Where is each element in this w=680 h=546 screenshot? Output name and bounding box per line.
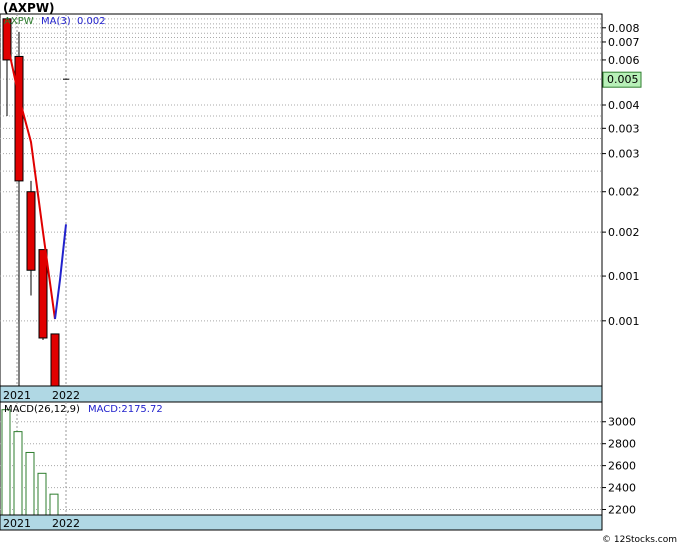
macd-bar <box>49 493 59 516</box>
macd-x-axis-band <box>0 514 603 531</box>
macd-bar <box>1 409 11 516</box>
current-price-label: 0.005 <box>607 73 639 86</box>
x-label-2022: 2022 <box>52 389 80 402</box>
price-y-tick-label: 0.003 <box>608 148 640 161</box>
price-plot-frame <box>0 13 603 403</box>
macd-y-tick-label: 2200 <box>608 504 636 517</box>
x-label-2021: 2021 <box>3 389 31 402</box>
chart-title: (AXPW) <box>3 1 55 15</box>
price-y-tick-label: 0.002 <box>608 186 640 199</box>
macd-title: MACD(26,12,9) <box>4 404 80 415</box>
macd-bar <box>25 451 35 516</box>
macd-x-label-2021: 2021 <box>3 517 31 530</box>
price-y-tick-label: 0.001 <box>608 270 640 283</box>
price-x-axis-band <box>0 385 603 403</box>
price-y-tick-label: 0.006 <box>608 54 640 67</box>
legend-ma-label: MA(3) <box>41 16 71 27</box>
legend-ma-value: 0.002 <box>77 16 106 27</box>
current-price-tag: 0.005 <box>602 71 642 88</box>
macd-value-label: MACD:2175.72 <box>88 404 163 415</box>
copyright: © 12Stocks.com <box>602 535 677 545</box>
macd-bar <box>13 431 23 516</box>
candle-body <box>14 55 24 182</box>
candle-body <box>50 333 60 387</box>
macd-y-tick-label: 2600 <box>608 460 636 473</box>
macd-x-label-2022: 2022 <box>52 517 80 530</box>
macd-y-tick-label: 2800 <box>608 438 636 451</box>
macd-y-tick-label: 3000 <box>608 416 636 429</box>
candle-body <box>38 249 48 339</box>
macd-y-tick-labels: 3000 2800 2600 2400 2200 <box>602 416 636 517</box>
price-y-tick-label: 0.001 <box>608 315 640 328</box>
macd-bar <box>37 472 47 516</box>
macd-panel: 2021 2022 MACD(26,12,9) MACD:2175.72 300… <box>0 401 636 531</box>
price-panel: 2021 2022 0.0080.007 0.006 0.004 0.003 0.003… <box>0 13 642 403</box>
legend-symbol: AXPW <box>4 16 34 27</box>
macd-y-tick-label: 2400 <box>608 482 636 495</box>
candle-body <box>26 191 36 271</box>
price-y-tick-labels: 0.0080.007 0.006 0.004 0.003 0.003 0.002 0.002… <box>602 22 640 328</box>
price-y-tick-label: 0.003 <box>608 122 640 135</box>
chart-canvas: 2021 2022 0.0080.007 0.006 0.004 0.003 0.003… <box>0 1 677 545</box>
price-y-tick-label: 0.002 <box>608 226 640 239</box>
price-y-tick-label: 0.008 <box>608 22 640 35</box>
price-y-tick-label: 0.004 <box>608 99 640 112</box>
price-y-tick-label: 0.007 <box>608 36 640 49</box>
